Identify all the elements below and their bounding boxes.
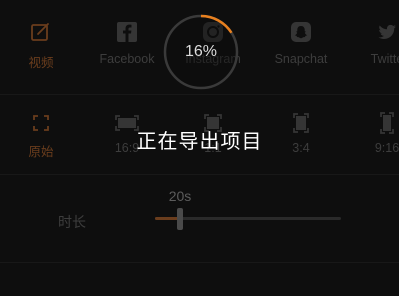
twitter-icon bbox=[378, 24, 396, 39]
export-progress-percent: 16% bbox=[184, 43, 218, 60]
share-target-video[interactable]: 视频 bbox=[0, 18, 86, 71]
share-target-facebook[interactable]: Facebook bbox=[82, 18, 172, 66]
snapchat-icon bbox=[291, 22, 311, 42]
share-target-label: Facebook bbox=[99, 52, 155, 66]
share-target-label: Twitte bbox=[370, 52, 399, 66]
share-target-twitter[interactable]: Twitte bbox=[342, 18, 399, 66]
share-target-label: Snapchat bbox=[274, 52, 328, 66]
share-target-label: 视频 bbox=[28, 56, 54, 70]
duration-value: 20s bbox=[168, 188, 192, 204]
edit-video-icon bbox=[31, 23, 49, 41]
export-progress-ring: 16% bbox=[163, 14, 239, 90]
duration-slider-thumb[interactable] bbox=[177, 208, 183, 230]
divider bbox=[0, 262, 399, 263]
share-target-snapchat[interactable]: Snapchat bbox=[256, 18, 346, 66]
divider bbox=[0, 174, 399, 175]
duration-label: 时长 bbox=[58, 215, 86, 231]
divider bbox=[0, 94, 399, 95]
exporting-toast: 正在导出项目 bbox=[136, 129, 263, 153]
facebook-icon bbox=[117, 22, 137, 42]
